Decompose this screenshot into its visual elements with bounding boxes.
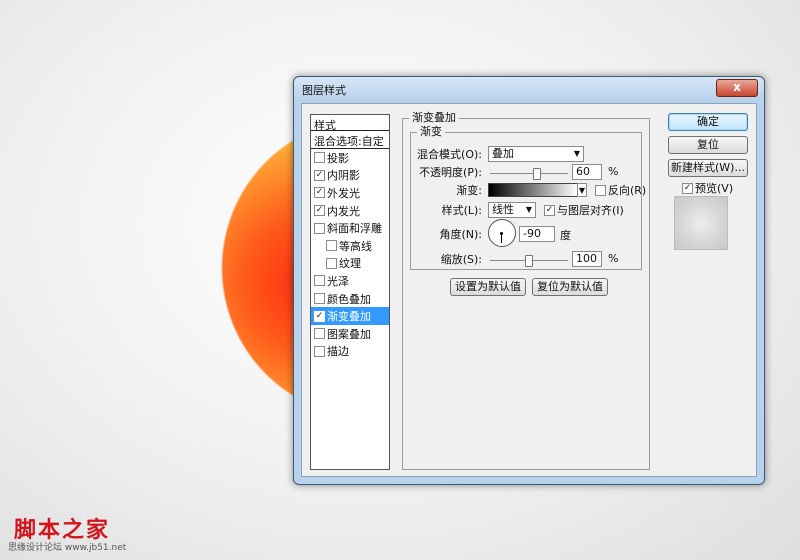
angle-input[interactable]: -90 <box>519 226 555 242</box>
style-item-label: 图案叠加 <box>327 327 371 341</box>
scale-row: 缩放(S): <box>412 251 482 267</box>
reset-button[interactable]: 复位 <box>668 136 748 154</box>
chevron-down-icon: ▼ <box>573 149 580 158</box>
blend-mode-select[interactable]: 叠加 ▼ <box>488 146 584 162</box>
style-label: 样式(L): <box>441 204 482 217</box>
scale-label: 缩放(S): <box>440 253 482 266</box>
preview-row: ✓ 预览(V) <box>682 180 733 196</box>
style-item-label: 投影 <box>327 151 349 165</box>
angle-unit: 度 <box>560 229 571 242</box>
watermark-subtext: 思缘设计论坛 www.jb51.net <box>8 543 127 553</box>
scale-input[interactable]: 100 <box>572 251 602 267</box>
style-item-checkbox[interactable] <box>314 152 325 164</box>
gradient-label: 渐变: <box>456 184 482 197</box>
scale-slider-thumb[interactable] <box>525 255 533 267</box>
opacity-slider-track[interactable] <box>490 173 568 174</box>
dialog-title: 图层样式 <box>302 84 346 97</box>
set-default-button[interactable]: 设置为默认值 <box>450 278 526 296</box>
style-value: 线性 <box>492 203 514 216</box>
reverse-checkbox[interactable] <box>595 184 606 196</box>
style-item-checkbox[interactable]: ✓ <box>314 187 325 199</box>
opacity-percent: % <box>608 165 619 178</box>
style-item[interactable]: ✓ 外发光 <box>311 184 389 202</box>
style-item-checkbox[interactable] <box>326 257 337 269</box>
angle-row: 角度(N): <box>412 226 482 242</box>
angle-label: 角度(N): <box>439 228 482 241</box>
style-item[interactable]: ✓ 内发光 <box>311 202 389 220</box>
opacity-label: 不透明度(P): <box>419 166 482 179</box>
dialog-client: 样式 混合选项:自定 投影 ✓ 内阴影 ✓ 外发光 ✓ 内发光 斜面和浮雕 等高线 纹理 光泽 颜色叠… <box>301 103 757 477</box>
style-item[interactable]: 颜色叠加 <box>311 290 389 308</box>
style-item-label: 内阴影 <box>327 169 360 183</box>
style-item-checkbox[interactable] <box>314 293 325 305</box>
style-item-label: 纹理 <box>339 257 361 271</box>
style-item[interactable]: 描边 <box>311 343 389 361</box>
style-item-checkbox[interactable] <box>314 345 325 357</box>
style-item[interactable]: 图案叠加 <box>311 325 389 343</box>
style-item-label: 描边 <box>327 345 349 359</box>
new-style-button[interactable]: 新建样式(W)... <box>668 159 748 177</box>
align-label: 与图层对齐(I) <box>557 204 624 217</box>
preview-checkbox[interactable]: ✓ <box>682 182 693 194</box>
blend-mode-value: 叠加 <box>492 147 514 160</box>
chevron-down-icon: ▼ <box>525 205 532 214</box>
ok-button[interactable]: 确定 <box>668 113 748 131</box>
style-items: 投影 ✓ 内阴影 ✓ 外发光 ✓ 内发光 斜面和浮雕 等高线 纹理 光泽 颜色叠加 ✓ 渐变叠加 图案叠加描… <box>311 149 389 360</box>
style-item-checkbox[interactable] <box>314 275 325 287</box>
style-item-label: 等高线 <box>339 239 372 253</box>
style-item-checkbox[interactable]: ✓ <box>314 205 325 217</box>
style-item[interactable]: 投影 <box>311 149 389 167</box>
style-item[interactable]: 斜面和浮雕 <box>311 219 389 237</box>
opacity-input[interactable]: 60 <box>572 164 602 180</box>
style-item-label: 颜色叠加 <box>327 292 371 306</box>
gradient-overlay-title: 渐变叠加 <box>409 112 459 124</box>
style-preview-thumbnail <box>674 196 728 250</box>
style-item-label: 渐变叠加 <box>327 310 371 324</box>
gradient-swatch[interactable] <box>488 183 578 197</box>
preview-label: 预览(V) <box>695 182 734 195</box>
scale-percent: % <box>608 252 619 265</box>
style-item-label: 外发光 <box>327 186 360 200</box>
opacity-slider-thumb[interactable] <box>532 168 541 180</box>
opacity-row: 不透明度(P): <box>412 164 482 180</box>
style-item-checkbox[interactable] <box>314 222 325 234</box>
layer-style-dialog: 图层样式 x 样式 混合选项:自定 投影 ✓ 内阴影 ✓ 外发光 ✓ 内发光 斜面和浮雕 等高线… <box>293 76 765 485</box>
style-list-header[interactable]: 样式 <box>311 115 389 132</box>
style-item-checkbox[interactable] <box>314 328 325 340</box>
reverse-label: 反向(R) <box>608 184 647 197</box>
style-item[interactable]: ✓ 渐变叠加 <box>311 307 389 325</box>
style-item-label: 斜面和浮雕 <box>327 222 382 236</box>
gradient-picker-dropdown[interactable]: ▼ <box>577 183 587 197</box>
align-checkbox[interactable]: ✓ <box>544 204 555 216</box>
style-item[interactable]: ✓ 内阴影 <box>311 167 389 185</box>
angle-dial[interactable] <box>488 219 516 247</box>
style-item-checkbox[interactable]: ✓ <box>314 169 325 181</box>
style-item-label: 光泽 <box>327 274 349 288</box>
blend-options-item[interactable]: 混合选项:自定 <box>311 131 389 149</box>
blend-mode-row: 混合模式(O): 叠加 ▼ <box>412 146 584 162</box>
style-row: 样式(L): 线性 ▼ ✓ 与图层对齐(I) <box>412 202 624 218</box>
style-item-label: 内发光 <box>327 204 360 218</box>
style-item[interactable]: 纹理 <box>311 255 389 273</box>
style-item[interactable]: 光泽 <box>311 272 389 290</box>
style-item[interactable]: 等高线 <box>311 237 389 255</box>
style-select[interactable]: 线性 ▼ <box>488 202 536 218</box>
style-item-checkbox[interactable]: ✓ <box>314 310 325 322</box>
angle-dot <box>500 232 503 235</box>
style-list: 样式 混合选项:自定 投影 ✓ 内阴影 ✓ 外发光 ✓ 内发光 斜面和浮雕 等高线 纹理 光泽 颜色叠… <box>310 114 390 470</box>
reset-default-button[interactable]: 复位为默认值 <box>532 278 608 296</box>
dialog-titlebar: 图层样式 x <box>294 77 764 101</box>
gradient-row: 渐变: ▼ 反向(R) <box>412 182 646 198</box>
chevron-down-icon: ▼ <box>578 186 585 195</box>
style-item-checkbox[interactable] <box>326 240 337 252</box>
blend-mode-label: 混合模式(O): <box>417 148 482 161</box>
gradient-group-title: 渐变 <box>417 126 445 138</box>
close-button[interactable]: x <box>716 79 758 97</box>
